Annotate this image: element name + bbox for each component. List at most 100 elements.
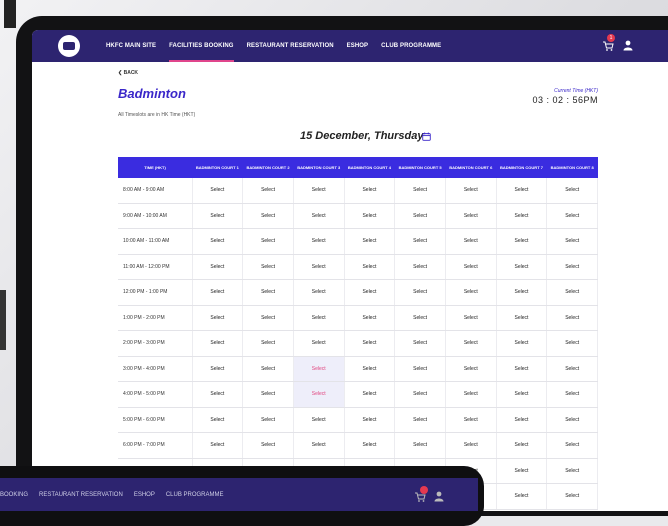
select-slot-cell[interactable]: Select xyxy=(445,279,497,306)
select-slot-cell[interactable]: Select xyxy=(496,228,548,255)
nav-link[interactable]: RESTAURANT RESERVATION xyxy=(39,492,123,498)
select-slot-cell[interactable]: Select xyxy=(242,432,294,459)
select-slot-cell[interactable]: Select xyxy=(344,356,396,382)
select-slot-cell[interactable]: Select xyxy=(293,279,345,306)
select-slot-cell[interactable]: Select xyxy=(293,432,345,459)
select-slot-cell[interactable]: Select xyxy=(344,254,396,280)
select-slot-cell[interactable]: Select xyxy=(394,407,446,433)
nav-link[interactable]: ESHOP xyxy=(134,492,155,498)
select-slot-cell[interactable]: Select xyxy=(293,381,345,408)
select-slot-cell[interactable]: Select xyxy=(192,254,244,280)
select-slot-cell[interactable]: Select xyxy=(344,279,396,306)
select-slot-cell[interactable]: Select xyxy=(394,279,446,306)
select-slot-cell[interactable]: Select xyxy=(394,228,446,255)
select-slot-cell[interactable]: Select xyxy=(344,407,396,433)
select-slot-cell[interactable]: Select xyxy=(546,381,598,408)
select-slot-cell[interactable]: Select xyxy=(445,330,497,357)
select-slot-cell[interactable]: Select xyxy=(496,203,548,229)
nav-link[interactable]: CLUB PROGRAMME xyxy=(166,492,224,498)
select-slot-cell[interactable]: Select xyxy=(394,356,446,382)
select-slot-cell[interactable]: Select xyxy=(344,305,396,331)
select-slot-cell[interactable]: Select xyxy=(344,228,396,255)
select-slot-cell[interactable]: Select xyxy=(546,254,598,280)
select-slot-cell[interactable]: Select xyxy=(242,356,294,382)
select-slot-cell[interactable]: Select xyxy=(445,305,497,331)
select-slot-cell[interactable]: Select xyxy=(546,432,598,459)
select-slot-cell[interactable]: Select xyxy=(496,330,548,357)
select-slot-cell[interactable]: Select xyxy=(394,305,446,331)
select-slot-cell[interactable]: Select xyxy=(445,228,497,255)
select-slot-cell[interactable]: Select xyxy=(496,356,548,382)
select-slot-cell[interactable]: Select xyxy=(242,330,294,357)
select-slot-cell[interactable]: Select xyxy=(192,330,244,357)
select-slot-cell[interactable]: Select xyxy=(293,305,345,331)
select-slot-cell[interactable]: Select xyxy=(546,178,598,204)
calendar-icon[interactable] xyxy=(422,132,431,141)
select-slot-cell[interactable]: Select xyxy=(242,381,294,408)
select-slot-cell[interactable]: Select xyxy=(546,203,598,229)
select-slot-cell[interactable]: Select xyxy=(293,228,345,255)
select-slot-cell[interactable]: Select xyxy=(394,203,446,229)
select-slot-cell[interactable]: Select xyxy=(344,381,396,408)
select-slot-cell[interactable]: Select xyxy=(344,432,396,459)
select-slot-cell[interactable]: Select xyxy=(192,279,244,306)
select-slot-cell[interactable]: Select xyxy=(496,483,548,510)
select-slot-cell[interactable]: Select xyxy=(394,254,446,280)
select-slot-cell[interactable]: Select xyxy=(293,407,345,433)
select-slot-cell[interactable]: Select xyxy=(192,305,244,331)
select-slot-cell[interactable]: Select xyxy=(445,254,497,280)
select-slot-cell[interactable]: Select xyxy=(293,254,345,280)
select-slot-cell[interactable]: Select xyxy=(293,330,345,357)
select-slot-cell[interactable]: Select xyxy=(192,381,244,408)
select-slot-cell[interactable]: Select xyxy=(445,203,497,229)
select-slot-cell[interactable]: Select xyxy=(546,279,598,306)
select-slot-cell[interactable]: Select xyxy=(496,407,548,433)
select-slot-cell[interactable]: Select xyxy=(445,407,497,433)
select-slot-cell[interactable]: Select xyxy=(445,178,497,204)
select-slot-cell[interactable]: Select xyxy=(242,228,294,255)
select-slot-cell[interactable]: Select xyxy=(192,178,244,204)
select-slot-cell[interactable]: Select xyxy=(344,330,396,357)
select-slot-cell[interactable]: Select xyxy=(192,228,244,255)
select-slot-cell[interactable]: Select xyxy=(192,203,244,229)
user-icon[interactable] xyxy=(433,490,445,502)
select-slot-cell[interactable]: Select xyxy=(496,178,548,204)
select-slot-cell[interactable]: Select xyxy=(546,458,598,484)
nav-link[interactable]: BOOKING xyxy=(0,492,28,498)
select-slot-cell[interactable]: Select xyxy=(394,381,446,408)
select-slot-cell[interactable]: Select xyxy=(344,178,396,204)
club-logo-icon[interactable] xyxy=(58,35,80,57)
user-icon[interactable] xyxy=(622,39,634,51)
nav-link[interactable]: CLUB PROGRAMME xyxy=(381,30,441,62)
select-slot-cell[interactable]: Select xyxy=(496,458,548,484)
select-slot-cell[interactable]: Select xyxy=(192,356,244,382)
select-slot-cell[interactable]: Select xyxy=(192,432,244,459)
select-slot-cell[interactable]: Select xyxy=(293,178,345,204)
select-slot-cell[interactable]: Select xyxy=(242,407,294,433)
select-slot-cell[interactable]: Select xyxy=(546,356,598,382)
select-slot-cell[interactable]: Select xyxy=(242,279,294,306)
select-slot-cell[interactable]: Select xyxy=(546,407,598,433)
nav-link[interactable]: ESHOP xyxy=(347,30,369,62)
select-slot-cell[interactable]: Select xyxy=(242,254,294,280)
select-slot-cell[interactable]: Select xyxy=(496,305,548,331)
select-slot-cell[interactable]: Select xyxy=(344,203,396,229)
select-slot-cell[interactable]: Select xyxy=(546,228,598,255)
select-slot-cell[interactable]: Select xyxy=(445,432,497,459)
select-slot-cell[interactable]: Select xyxy=(546,305,598,331)
nav-link[interactable]: HKFC MAIN SITE xyxy=(106,30,156,62)
select-slot-cell[interactable]: Select xyxy=(496,381,548,408)
nav-link[interactable]: RESTAURANT RESERVATION xyxy=(247,30,334,62)
select-slot-cell[interactable]: Select xyxy=(192,407,244,433)
select-slot-cell[interactable]: Select xyxy=(242,305,294,331)
select-slot-cell[interactable]: Select xyxy=(394,330,446,357)
select-slot-cell[interactable]: Select xyxy=(394,178,446,204)
select-slot-cell[interactable]: Select xyxy=(445,356,497,382)
select-slot-cell[interactable]: Select xyxy=(496,279,548,306)
select-slot-cell[interactable]: Select xyxy=(496,254,548,280)
select-slot-cell[interactable]: Select xyxy=(546,483,598,510)
nav-link[interactable]: FACILITIES BOOKING xyxy=(169,30,235,62)
select-slot-cell[interactable]: Select xyxy=(242,178,294,204)
select-slot-cell[interactable]: Select xyxy=(445,381,497,408)
back-link[interactable]: ❮ BACK xyxy=(118,70,138,76)
